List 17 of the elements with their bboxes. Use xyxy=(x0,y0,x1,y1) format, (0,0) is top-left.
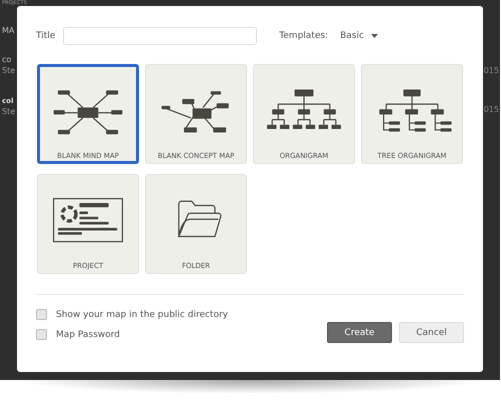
option-label: Show your map in the public directory xyxy=(56,310,228,320)
project-date: 015 xyxy=(484,66,499,75)
templates-dropdown[interactable]: Basic xyxy=(336,31,378,41)
project-date: 015 xyxy=(484,105,499,114)
project-author: Ste xyxy=(2,107,16,116)
title-label: Title xyxy=(36,31,56,41)
checkbox[interactable] xyxy=(36,309,47,320)
checkbox[interactable] xyxy=(36,329,47,340)
project-title[interactable]: co xyxy=(2,55,12,64)
create-button[interactable]: Create xyxy=(327,322,392,343)
cancel-button[interactable]: Cancel xyxy=(399,322,464,343)
caret-icon xyxy=(370,34,378,38)
templates-label: Templates: xyxy=(279,31,328,41)
project-author: Ste xyxy=(2,66,16,75)
title-field[interactable] xyxy=(63,27,258,45)
option-label: Map Password xyxy=(56,330,120,340)
section-label: MA xyxy=(2,26,14,35)
